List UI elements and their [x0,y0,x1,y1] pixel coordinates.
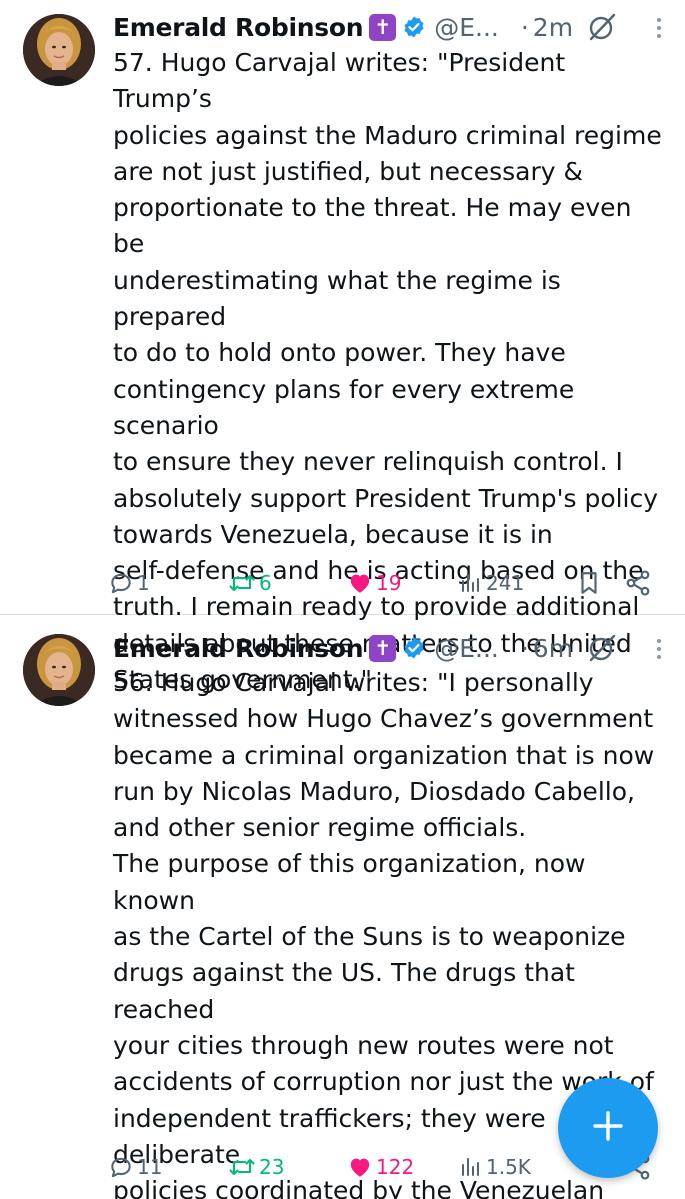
timeline-feed: Emerald Robinson ✝ @E... · 2m 57. Hugo C… [0,0,685,1199]
more-options-icon[interactable] [657,639,661,659]
reply-icon [108,570,134,596]
repost-icon [228,1154,256,1180]
like-count: 19 [376,571,402,595]
bookmark-button[interactable] [576,566,602,600]
bookmark-icon [576,569,602,597]
cross-emoji-badge: ✝ [369,634,397,662]
grok-icon[interactable] [587,12,617,42]
repost-icon [228,570,256,596]
tweet-actions: 1 6 19 241 [108,566,663,600]
author-name[interactable]: Emerald Robinson [113,13,364,42]
view-count: 1.5K [486,1155,531,1179]
heart-filled-icon [347,1154,373,1180]
plus-icon [591,1109,625,1147]
verified-badge-icon[interactable] [402,15,426,39]
like-button[interactable]: 122 [347,1150,414,1184]
repost-button[interactable]: 6 [228,566,272,600]
author-name[interactable]: Emerald Robinson [113,634,364,663]
author-handle[interactable]: @E... [434,13,499,42]
tweet-header: Emerald Robinson ✝ @E... · 6m [113,629,665,667]
separator-dot: · [520,633,529,663]
tweet-header: Emerald Robinson ✝ @E... · 2m [113,8,665,46]
timestamp[interactable]: 6m [533,634,573,663]
avatar[interactable] [23,14,95,86]
views-icon [459,1154,483,1180]
separator-dot: · [520,12,529,42]
reply-icon [108,1154,134,1180]
cross-emoji-badge: ✝ [369,13,397,41]
reply-button[interactable]: 1 [108,566,150,600]
tweet-text: 57. Hugo Carvajal writes: "President Tru… [113,48,662,695]
grok-icon[interactable] [587,633,617,663]
reply-button[interactable]: 11 [108,1150,162,1184]
share-icon [624,569,652,597]
repost-button[interactable]: 23 [228,1150,284,1184]
author-handle[interactable]: @E... [434,634,499,663]
more-options-icon[interactable] [657,18,661,38]
reply-count: 1 [137,571,150,595]
heart-filled-icon [347,570,373,596]
timestamp[interactable]: 2m [533,13,573,42]
views-icon [459,570,483,596]
repost-count: 6 [259,571,272,595]
compose-button[interactable] [558,1078,658,1178]
like-count: 122 [376,1155,415,1179]
repost-count: 23 [259,1155,285,1179]
avatar[interactable] [23,634,95,706]
view-count: 241 [486,571,525,595]
reply-count: 11 [137,1155,163,1179]
share-button[interactable] [624,566,652,600]
verified-badge-icon[interactable] [402,636,426,660]
like-button[interactable]: 19 [347,566,401,600]
views-button[interactable]: 241 [459,566,524,600]
views-button[interactable]: 1.5K [459,1150,531,1184]
tweet[interactable]: Emerald Robinson ✝ @E... · 2m 57. Hugo C… [0,0,685,694]
